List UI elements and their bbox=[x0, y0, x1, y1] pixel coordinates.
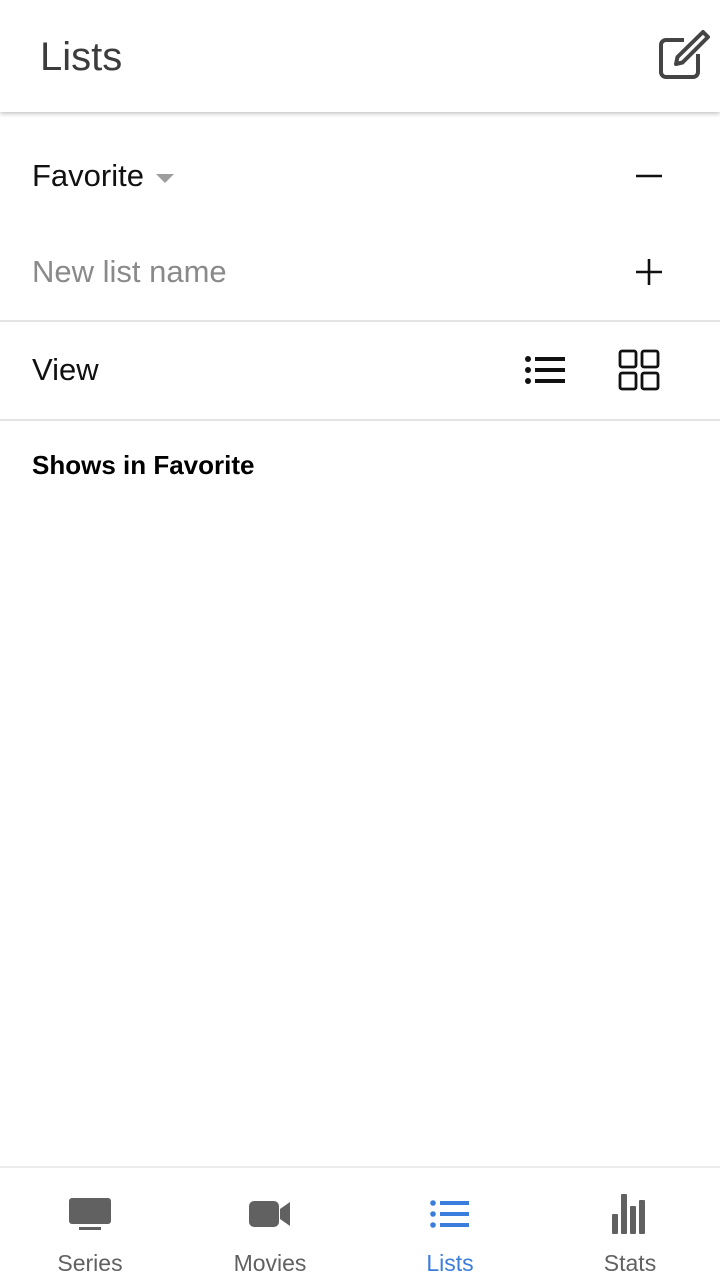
view-label: View bbox=[32, 352, 99, 387]
new-list-name-input[interactable] bbox=[32, 250, 592, 294]
nav-label-stats: Stats bbox=[603, 1250, 657, 1276]
app-root: Lists Favorite View bbox=[0, 0, 720, 1280]
list-icon bbox=[426, 1192, 474, 1236]
edit-lists-button[interactable] bbox=[652, 26, 712, 86]
grid-view-button[interactable] bbox=[614, 346, 666, 396]
nav-item-series[interactable]: Series bbox=[0, 1168, 180, 1280]
bar-chart-icon bbox=[606, 1192, 654, 1236]
dropdown-caret-icon bbox=[155, 173, 174, 183]
nav-item-movies[interactable]: Movies bbox=[180, 1168, 360, 1280]
minus-icon bbox=[636, 174, 662, 178]
list-selector-dropdown[interactable]: Favorite bbox=[32, 155, 174, 197]
video-camera-icon bbox=[246, 1192, 294, 1236]
edit-square-icon bbox=[659, 30, 710, 79]
tv-icon bbox=[66, 1192, 114, 1236]
divider bbox=[0, 320, 720, 322]
list-view-button[interactable] bbox=[520, 346, 570, 396]
add-list-button[interactable] bbox=[622, 245, 676, 299]
list-view-icon bbox=[525, 356, 565, 384]
nav-label-series: Series bbox=[57, 1250, 123, 1276]
app-bar: Lists bbox=[0, 0, 720, 112]
grid-view-icon bbox=[618, 349, 660, 391]
nav-label-lists: Lists bbox=[426, 1250, 474, 1276]
nav-item-stats[interactable]: Stats bbox=[540, 1168, 720, 1280]
selected-list-label: Favorite bbox=[32, 158, 144, 193]
nav-label-movies: Movies bbox=[233, 1250, 307, 1276]
section-title: Shows in Favorite bbox=[32, 450, 255, 480]
divider bbox=[0, 419, 720, 421]
nav-item-lists[interactable]: Lists bbox=[360, 1168, 540, 1280]
plus-icon bbox=[636, 259, 662, 285]
bottom-navigation: Series Movies Lists Stats bbox=[0, 1166, 720, 1280]
page-title: Lists bbox=[40, 35, 123, 79]
remove-list-button[interactable] bbox=[622, 150, 676, 204]
